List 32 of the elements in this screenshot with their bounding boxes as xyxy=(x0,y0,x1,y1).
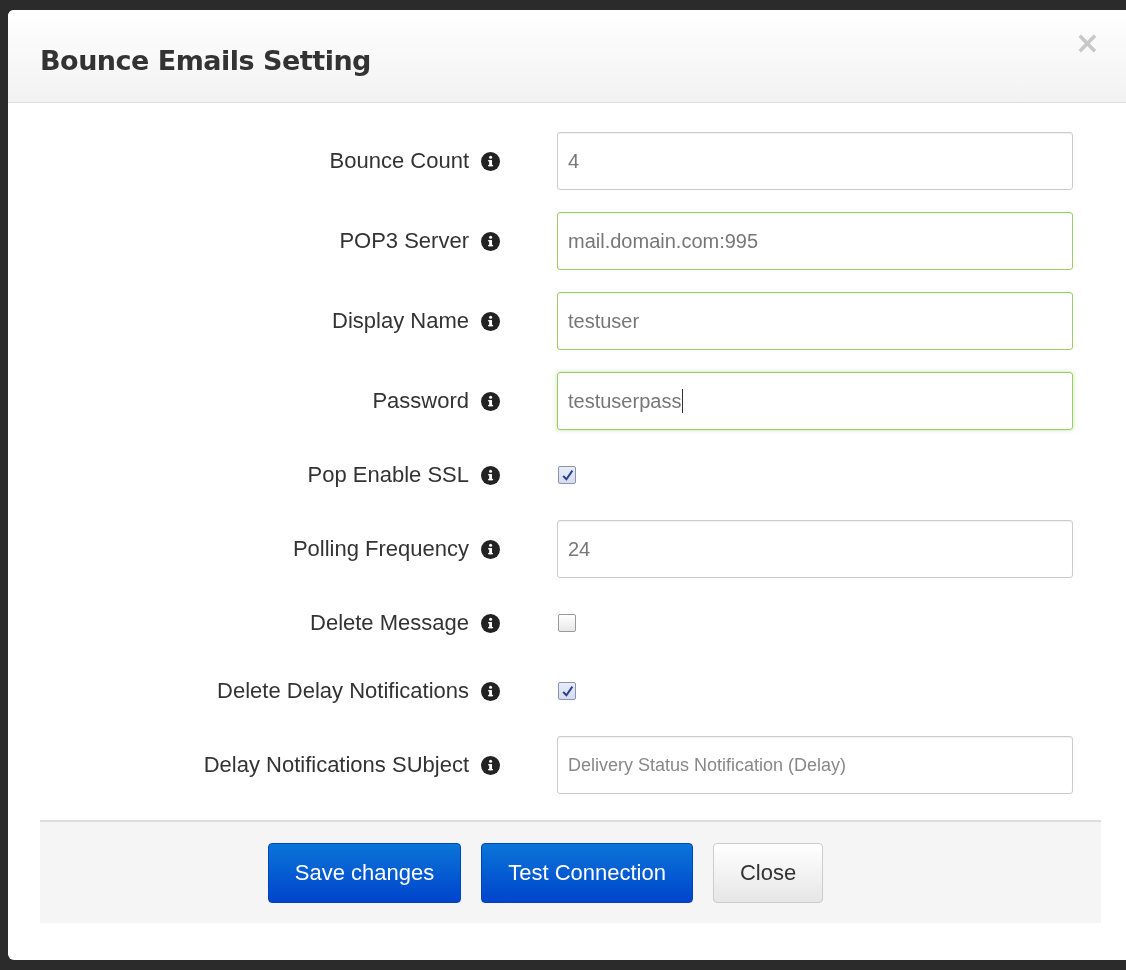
field-label: Delete Message xyxy=(310,610,469,636)
input-field[interactable]: 4 xyxy=(557,132,1073,190)
action-button[interactable]: Save changes xyxy=(267,842,462,903)
info-icon[interactable] xyxy=(481,231,500,251)
checkbox[interactable] xyxy=(558,466,576,484)
info-icon[interactable] xyxy=(481,681,500,701)
field-label: Pop Enable SSL xyxy=(307,462,469,488)
dialog-title: Bounce Emails Setting xyxy=(40,44,371,76)
text-cursor xyxy=(682,389,684,413)
info-icon[interactable] xyxy=(481,151,500,171)
info-icon[interactable] xyxy=(481,755,500,775)
input-field[interactable]: 24 xyxy=(557,520,1073,578)
info-icon[interactable] xyxy=(481,613,500,633)
field-label: POP3 Server xyxy=(339,228,469,254)
field-label: Password xyxy=(372,388,469,414)
checkbox[interactable] xyxy=(558,682,576,700)
info-icon[interactable] xyxy=(481,391,500,411)
action-button[interactable]: Test Connection xyxy=(481,842,693,903)
checkbox[interactable] xyxy=(558,614,576,632)
field-label: Polling Frequency xyxy=(292,536,469,562)
field-label: Delay Notifications SUbject xyxy=(203,752,469,778)
field-label: Delete Delay Notifications xyxy=(217,678,469,704)
input-field[interactable]: mail.domain.com:995 xyxy=(557,212,1073,270)
info-icon[interactable] xyxy=(481,311,500,331)
action-button[interactable]: Close xyxy=(712,842,824,903)
info-icon[interactable] xyxy=(481,539,500,559)
info-icon[interactable] xyxy=(481,465,500,485)
input-field[interactable]: Delivery Status Notification (Delay) xyxy=(557,736,1073,794)
field-label: Display Name xyxy=(332,308,469,334)
field-label: Bounce Count xyxy=(329,148,469,174)
input-field[interactable]: testuserpass xyxy=(557,372,1073,430)
input-field[interactable]: testuser xyxy=(557,292,1073,350)
